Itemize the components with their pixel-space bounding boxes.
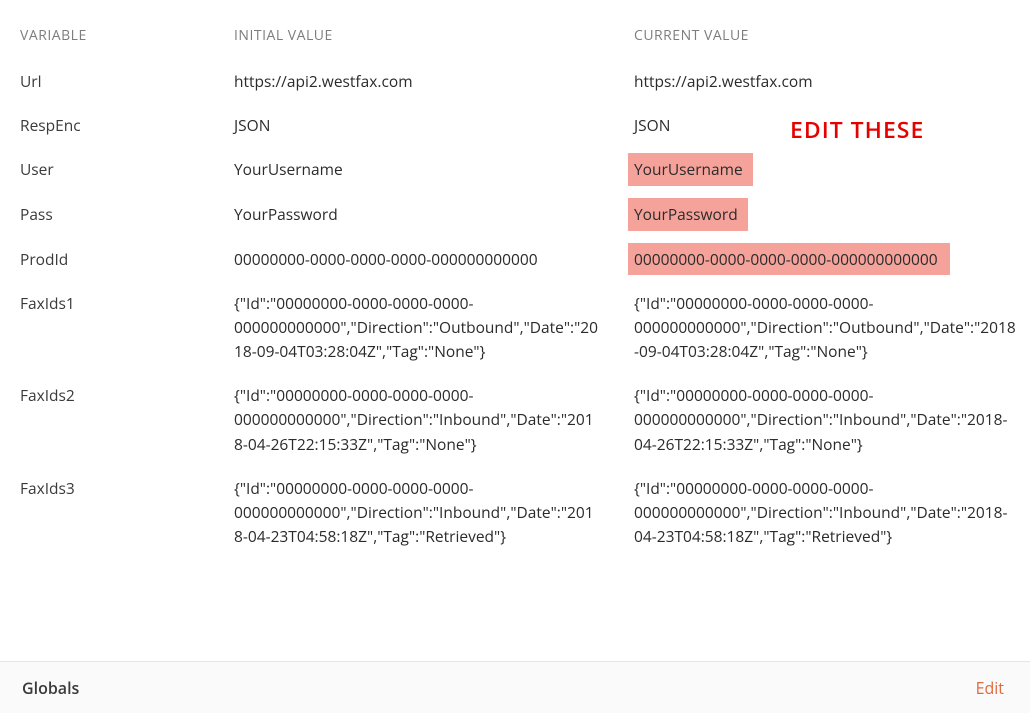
variable-name-cell[interactable]: Pass <box>0 192 214 237</box>
initial-value-cell[interactable]: 00000000-0000-0000-0000-000000000000 <box>214 237 614 282</box>
table-header-row: VARIABLE INITIAL VALUE CURRENT VALUE <box>0 8 1030 59</box>
current-value-cell[interactable]: YourPassword <box>614 192 1030 237</box>
highlighted-value[interactable]: YourUsername <box>628 153 753 186</box>
initial-value-cell[interactable]: JSON <box>214 103 614 147</box>
column-header-current: CURRENT VALUE <box>614 8 1030 59</box>
current-value-cell[interactable]: {"Id":"00000000-0000-0000-0000-000000000… <box>614 373 1030 465</box>
variable-name-cell[interactable]: FaxIds3 <box>0 466 214 558</box>
variable-name-cell[interactable]: RespEnc <box>0 103 214 147</box>
current-value-cell[interactable]: {"Id":"00000000-0000-0000-0000-000000000… <box>614 281 1030 373</box>
column-header-variable: VARIABLE <box>0 8 214 59</box>
table-row: UserYourUsernameYourUsername <box>0 147 1030 192</box>
initial-value-cell[interactable]: YourPassword <box>214 192 614 237</box>
highlighted-value[interactable]: YourPassword <box>628 198 748 231</box>
current-value-cell[interactable]: https://api2.westfax.com <box>614 59 1030 103</box>
variable-name-cell[interactable]: ProdId <box>0 237 214 282</box>
table-row: PassYourPasswordYourPassword <box>0 192 1030 237</box>
edit-these-annotation: EDIT THESE <box>790 113 924 145</box>
table-row: FaxIds3{"Id":"00000000-0000-0000-0000-00… <box>0 466 1030 558</box>
initial-value-cell[interactable]: {"Id":"00000000-0000-0000-0000-000000000… <box>214 281 614 373</box>
globals-label: Globals <box>22 677 79 699</box>
table-row: FaxIds1{"Id":"00000000-0000-0000-0000-00… <box>0 281 1030 373</box>
table-row: ProdId00000000-0000-0000-0000-0000000000… <box>0 237 1030 282</box>
current-value-cell[interactable]: {"Id":"00000000-0000-0000-0000-000000000… <box>614 466 1030 558</box>
footer-bar: Globals Edit <box>0 661 1030 713</box>
variables-table-container: VARIABLE INITIAL VALUE CURRENT VALUE Url… <box>0 0 1030 558</box>
initial-value-cell[interactable]: https://api2.westfax.com <box>214 59 614 103</box>
variable-name-cell[interactable]: Url <box>0 59 214 103</box>
column-header-initial: INITIAL VALUE <box>214 8 614 59</box>
variable-name-cell[interactable]: FaxIds2 <box>0 373 214 465</box>
highlighted-value[interactable]: 00000000-0000-0000-0000-000000000000 <box>628 243 950 276</box>
initial-value-cell[interactable]: {"Id":"00000000-0000-0000-0000-000000000… <box>214 466 614 558</box>
table-row: Urlhttps://api2.westfax.comhttps://api2.… <box>0 59 1030 103</box>
variable-name-cell[interactable]: FaxIds1 <box>0 281 214 373</box>
edit-button[interactable]: Edit <box>976 677 1004 699</box>
initial-value-cell[interactable]: {"Id":"00000000-0000-0000-0000-000000000… <box>214 373 614 465</box>
variables-table: VARIABLE INITIAL VALUE CURRENT VALUE Url… <box>0 8 1030 558</box>
table-row: FaxIds2{"Id":"00000000-0000-0000-0000-00… <box>0 373 1030 465</box>
current-value-cell[interactable]: 00000000-0000-0000-0000-000000000000 <box>614 237 1030 282</box>
initial-value-cell[interactable]: YourUsername <box>214 147 614 192</box>
current-value-cell[interactable]: YourUsername <box>614 147 1030 192</box>
variable-name-cell[interactable]: User <box>0 147 214 192</box>
